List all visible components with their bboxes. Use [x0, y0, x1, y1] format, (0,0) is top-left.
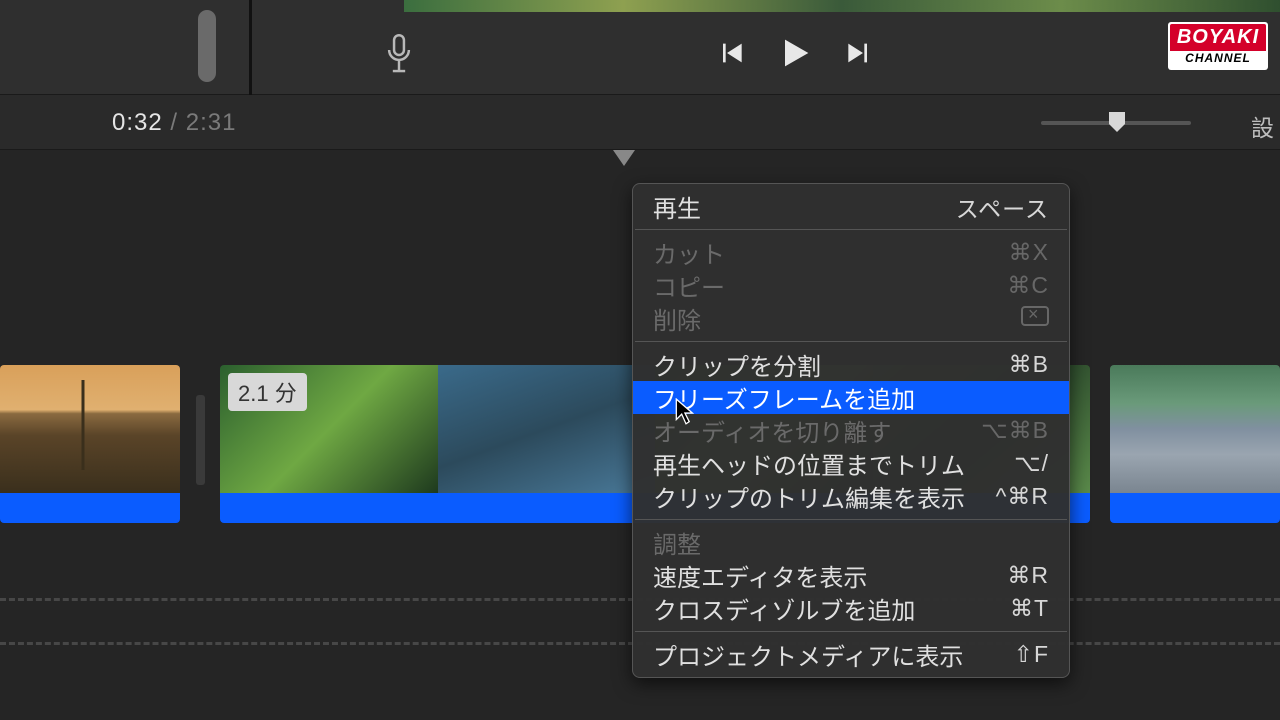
menu-label: 削除: [653, 301, 701, 336]
menu-label: オーディオを切り離す: [653, 413, 891, 448]
menu-item-add-cross-dissolve[interactable]: クロスディゾルブを追加 ⌘T: [633, 592, 1069, 625]
logo-text-top: BOYAKI: [1170, 24, 1266, 51]
menu-shortcut: スペース: [956, 190, 1049, 224]
skip-back-icon[interactable]: [715, 37, 747, 69]
menu-item-reveal-in-project-media[interactable]: プロジェクトメディアに表示 ⇧F: [633, 638, 1069, 671]
menu-item-trim-to-playhead[interactable]: 再生ヘッドの位置までトリム ⌥/: [633, 447, 1069, 480]
menu-label: クロスディゾルブを追加: [653, 591, 915, 626]
channel-logo: BOYAKI CHANNEL: [1168, 22, 1268, 70]
menu-separator: [635, 519, 1067, 520]
menu-item-add-freeze-frame[interactable]: フリーズフレームを追加: [633, 381, 1069, 414]
logo-text-bottom: CHANNEL: [1170, 51, 1266, 66]
timeline-clip[interactable]: [1110, 365, 1280, 525]
menu-label: フリーズフレームを追加: [653, 380, 915, 415]
menu-item-cut: カット ⌘X: [633, 236, 1069, 269]
total-time: 2:31: [186, 109, 237, 136]
context-menu: 再生 スペース カット ⌘X コピー ⌘C 削除 クリップを分割 ⌘B フリーズ…: [632, 183, 1070, 678]
menu-item-play[interactable]: 再生 スペース: [633, 190, 1069, 223]
menu-separator: [635, 229, 1067, 230]
menu-item-split-clip[interactable]: クリップを分割 ⌘B: [633, 348, 1069, 381]
menu-label: 再生: [653, 189, 701, 224]
menu-item-show-speed-editor[interactable]: 速度エディタを表示 ⌘R: [633, 559, 1069, 592]
current-time: 0:32: [112, 109, 163, 136]
panel-divider[interactable]: [249, 0, 252, 95]
timeline-clip[interactable]: [0, 365, 180, 525]
zoom-slider[interactable]: [1041, 121, 1191, 125]
delete-key-icon: [1021, 305, 1049, 332]
vertical-scrollbar-thumb[interactable]: [198, 10, 216, 82]
time-settings-row: 0:32 / 2:31 設: [0, 95, 1280, 150]
playhead-time: 0:32 / 2:31: [112, 109, 236, 137]
menu-shortcut: ⌥/: [1014, 450, 1049, 477]
skip-forward-icon[interactable]: [843, 37, 875, 69]
menu-label: クリップを分割: [653, 347, 821, 382]
menu-label: プロジェクトメディアに表示: [653, 637, 963, 672]
playback-controls: [715, 33, 875, 73]
menu-shortcut: ⇧F: [1014, 641, 1049, 668]
settings-label[interactable]: 設: [1251, 109, 1274, 143]
clip-thumbnail: [0, 365, 180, 493]
menu-label: コピー: [653, 268, 725, 303]
menu-separator: [635, 341, 1067, 342]
playhead[interactable]: [618, 150, 640, 166]
menu-label: 再生ヘッドの位置までトリム: [653, 446, 965, 481]
menu-separator: [635, 631, 1067, 632]
menu-shortcut: ^⌘R: [996, 483, 1049, 510]
microphone-icon[interactable]: [384, 34, 414, 76]
clip-duration-badge: 2.1 分: [228, 373, 307, 411]
menu-shortcut: ⌘C: [1007, 272, 1049, 299]
toolbar-area: [0, 0, 1280, 95]
clip-thumbnail: [1110, 365, 1280, 493]
menu-shortcut: ⌘X: [1009, 239, 1049, 266]
menu-shortcut: ⌘T: [1010, 595, 1049, 622]
time-separator: /: [163, 109, 186, 136]
menu-label: 調整: [653, 525, 701, 560]
clip-gap-handle[interactable]: [196, 395, 205, 485]
menu-shortcut: ⌘B: [1009, 351, 1049, 378]
menu-label: カット: [653, 235, 725, 270]
menu-shortcut: ⌘R: [1007, 562, 1049, 589]
menu-label: クリップのトリム編集を表示: [653, 479, 965, 514]
menu-item-show-clip-trimmer[interactable]: クリップのトリム編集を表示 ^⌘R: [633, 480, 1069, 513]
zoom-slider-thumb[interactable]: [1109, 112, 1125, 132]
menu-item-copy: コピー ⌘C: [633, 269, 1069, 302]
menu-item-detach-audio: オーディオを切り離す ⌥⌘B: [633, 414, 1069, 447]
preview-thumbnail-strip: [404, 0, 1280, 12]
menu-shortcut: ⌥⌘B: [981, 417, 1049, 444]
menu-header-adjust: 調整: [633, 526, 1069, 559]
play-icon[interactable]: [775, 33, 815, 73]
clip-audio-track[interactable]: [0, 493, 180, 523]
menu-label: 速度エディタを表示: [653, 558, 867, 593]
menu-item-delete: 削除: [633, 302, 1069, 335]
clip-audio-track[interactable]: [1110, 493, 1280, 523]
